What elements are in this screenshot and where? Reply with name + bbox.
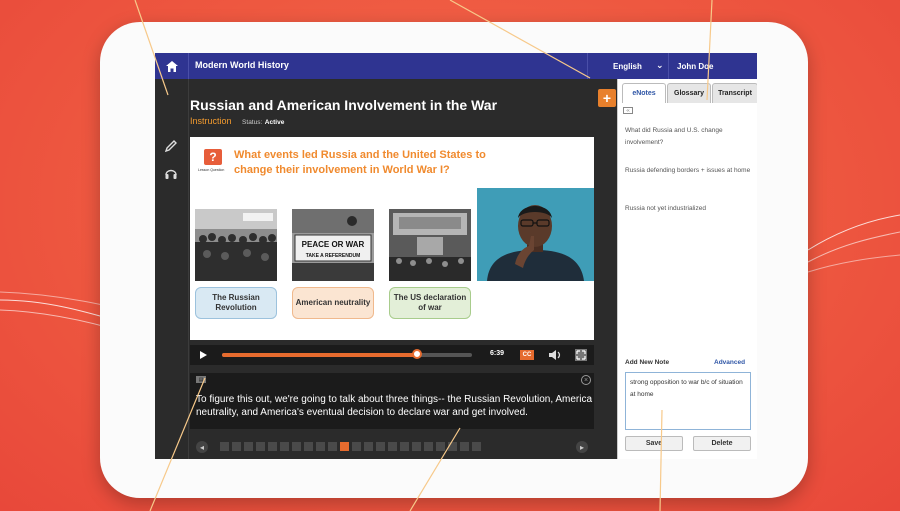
pencil-icon xyxy=(164,140,177,153)
save-button[interactable]: Save xyxy=(625,436,683,451)
tab-transcript[interactable]: Transcript xyxy=(712,83,757,103)
pager-dot[interactable] xyxy=(412,442,421,451)
course-title: Modern World History xyxy=(195,60,289,70)
add-new-note-label: Add New Note xyxy=(625,359,670,366)
transcript-panel: ▤ × To figure this out, we're going to t… xyxy=(190,373,594,429)
lesson-slide: ? Lesson Question What events led Russia… xyxy=(190,137,594,340)
progress-knob[interactable] xyxy=(412,349,422,359)
transcript-icon: ▤ xyxy=(196,376,206,383)
top-navigation-bar: Modern World History English ⌄ John Doe xyxy=(155,53,757,79)
pager-dot[interactable] xyxy=(244,442,253,451)
language-value: English xyxy=(613,62,642,71)
pager-dot[interactable] xyxy=(376,442,385,451)
plus-icon: + xyxy=(602,90,612,106)
prev-slide-button[interactable]: ◂ xyxy=(196,441,208,453)
advanced-link[interactable]: Advanced xyxy=(714,359,745,366)
note-item[interactable]: Russia not yet industrialized xyxy=(625,203,751,215)
app-screen: Modern World History English ⌄ John Doe … xyxy=(155,53,757,459)
pager-dot[interactable] xyxy=(340,442,349,451)
chevron-down-icon: ⌄ xyxy=(656,60,664,70)
pager-dot[interactable] xyxy=(364,442,373,451)
home-icon xyxy=(165,60,178,72)
photo-russian-revolution xyxy=(195,209,277,281)
lesson-question: What events led Russia and the United St… xyxy=(234,149,486,176)
pager-dot[interactable] xyxy=(388,442,397,451)
add-button[interactable]: + xyxy=(598,89,616,107)
notes-tabs: eNotes Glossary Transcript xyxy=(622,83,757,103)
language-select[interactable]: English ⌄ xyxy=(587,53,669,79)
photo-us-declaration xyxy=(389,209,471,281)
note-item[interactable]: What did Russia and U.S. change involvem… xyxy=(625,125,751,149)
caption-russian-revolution: The Russian Revolution xyxy=(195,287,277,319)
instructor-portrait xyxy=(477,188,594,281)
play-icon[interactable] xyxy=(198,350,208,360)
progress-track[interactable] xyxy=(222,353,472,357)
pager-dot[interactable] xyxy=(268,442,277,451)
pager-dot[interactable] xyxy=(328,442,337,451)
closed-captions-button[interactable]: CC xyxy=(520,350,534,360)
next-slide-button[interactable]: ▸ xyxy=(576,441,588,453)
notes-panel: eNotes Glossary Transcript ‹‹ What did R… xyxy=(617,79,757,459)
note-item[interactable]: Russia defending borders + issues at hom… xyxy=(625,165,751,177)
pager-dot[interactable] xyxy=(304,442,313,451)
question-label: Lesson Question xyxy=(198,168,225,172)
user-menu[interactable]: John Doe xyxy=(677,62,713,71)
pager-dot[interactable] xyxy=(436,442,445,451)
volume-icon[interactable] xyxy=(548,349,562,361)
pager-dot[interactable] xyxy=(316,442,325,451)
new-note-input[interactable]: strong opposition to war b/c of situatio… xyxy=(625,372,751,430)
question-icon: ? xyxy=(204,149,222,165)
pager-dots xyxy=(220,442,481,451)
tab-glossary[interactable]: Glossary xyxy=(667,83,711,103)
pager-dot[interactable] xyxy=(400,442,409,451)
collapse-panel-button[interactable]: ‹‹ xyxy=(623,107,633,114)
tab-enotes[interactable]: eNotes xyxy=(622,83,666,103)
video-controls: 6:39 CC xyxy=(190,345,594,365)
photo-american-neutrality: PEACE OR WAR TAKE A REFERENDUM xyxy=(292,209,374,281)
lesson-section: Instruction xyxy=(190,116,232,126)
pager-dot[interactable] xyxy=(472,442,481,451)
lesson-meta: Instruction Status: Active xyxy=(190,116,284,126)
headphones-icon xyxy=(165,169,177,179)
caption-american-neutrality: American neutrality xyxy=(292,287,374,319)
fullscreen-icon[interactable] xyxy=(575,349,587,361)
pager-dot[interactable] xyxy=(424,442,433,451)
status-value: Active xyxy=(264,119,285,126)
delete-button[interactable]: Delete xyxy=(693,436,751,451)
status-label: Status: xyxy=(242,119,263,126)
pager-dot[interactable] xyxy=(280,442,289,451)
pager-dot[interactable] xyxy=(448,442,457,451)
tool-rail xyxy=(155,79,189,459)
slide-pager: ◂ ▸ xyxy=(190,439,594,455)
notes-tool-button[interactable] xyxy=(160,135,182,157)
sign-line-2: TAKE A REFERENDUM xyxy=(306,253,361,259)
instructor-video[interactable] xyxy=(477,188,594,281)
audio-tool-button[interactable] xyxy=(160,162,182,184)
sign-line-1: PEACE OR WAR xyxy=(302,240,365,249)
pager-dot[interactable] xyxy=(232,442,241,451)
transcript-text: To figure this out, we're going to talk … xyxy=(196,394,593,418)
caption-us-declaration: The US declaration of war xyxy=(389,287,471,319)
pager-dot[interactable] xyxy=(292,442,301,451)
home-button[interactable] xyxy=(155,53,189,79)
close-icon[interactable]: × xyxy=(581,375,591,385)
pager-dot[interactable] xyxy=(352,442,361,451)
pager-dot[interactable] xyxy=(220,442,229,451)
pager-dot[interactable] xyxy=(460,442,469,451)
pager-dot[interactable] xyxy=(256,442,265,451)
lesson-title: Russian and American Involvement in the … xyxy=(190,97,498,113)
progress-fill xyxy=(222,353,417,357)
time-display: 6:39 xyxy=(490,350,505,357)
